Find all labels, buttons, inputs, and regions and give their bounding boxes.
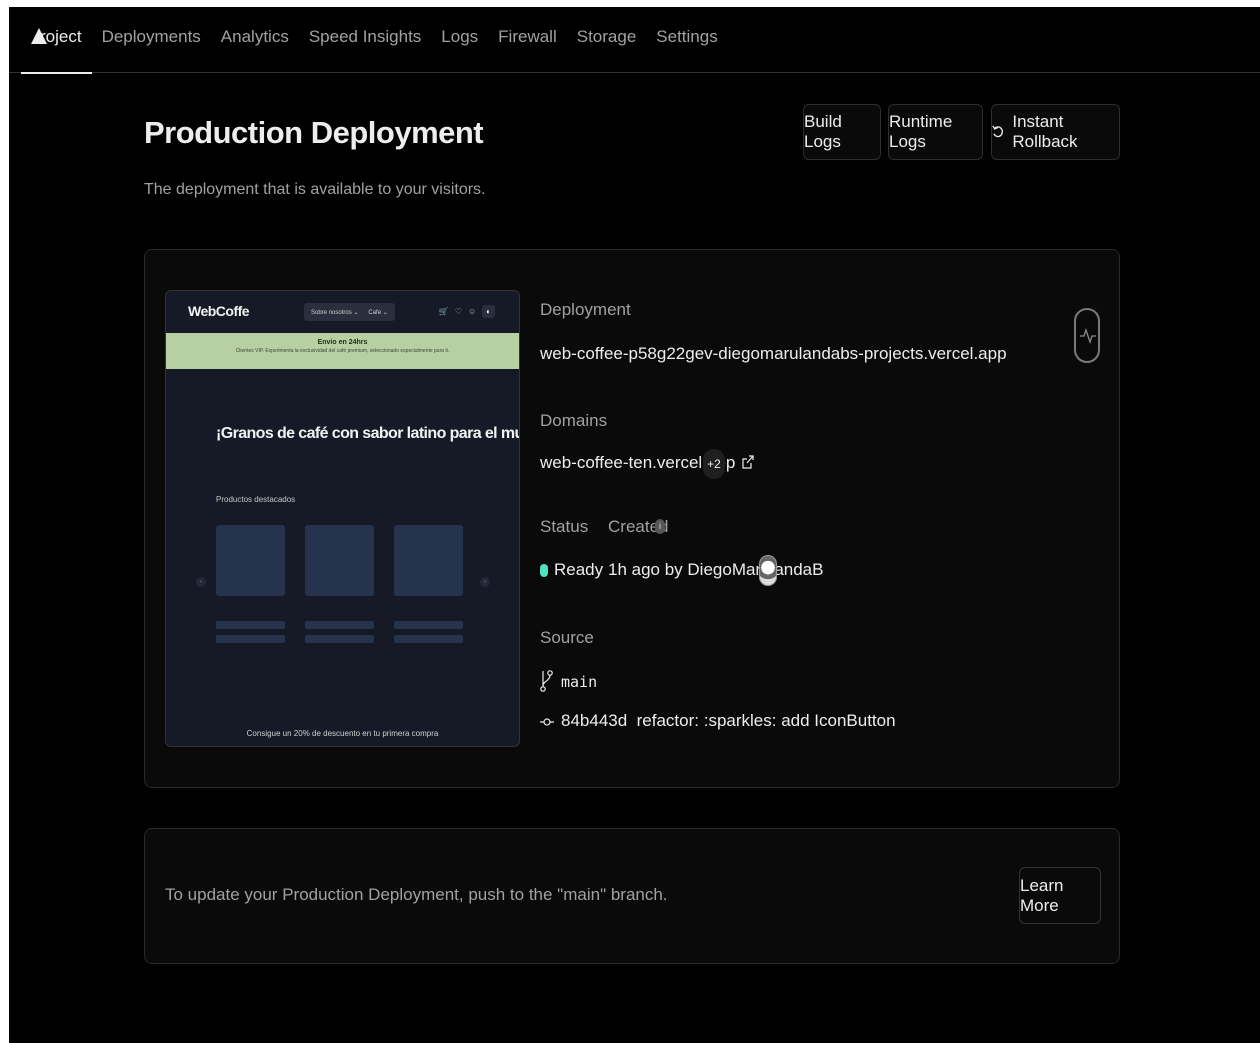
preview-product-line [394,635,463,643]
branch-name[interactable]: main [561,673,597,691]
external-link-icon [742,455,754,469]
preview-product-card [216,525,285,596]
tab-analytics[interactable]: Analytics [211,25,299,49]
tab-storage[interactable]: Storage [567,25,647,49]
preview-navbar: WebCoffe Sobre nosotros ⌄ Cafe ⌄ 🛒 ♡ ☺ ◐ [166,291,519,333]
preview-footer-text: Consigue un 20% de descuento en tu prime… [246,729,439,738]
runtime-logs-button[interactable]: Runtime Logs [888,104,983,160]
heart-icon: ♡ [454,307,462,316]
rollback-icon [992,125,1003,138]
preview-product-line [305,635,374,643]
page-title: Production Deployment [144,115,484,150]
status-value: Ready [554,560,604,579]
extra-domains-badge[interactable]: +2 [703,449,725,479]
status-dot-icon [540,564,548,577]
deployment-preview[interactable]: WebCoffe Sobre nosotros ⌄ Cafe ⌄ 🛒 ♡ ☺ ◐… [165,290,520,747]
user-icon: ☺ [467,307,477,316]
status-label: Status [540,517,589,536]
preview-product-card [394,525,463,596]
update-info-text: To update your Production Deployment, pu… [165,885,668,904]
preview-menu: Sobre nosotros ⌄ Cafe ⌄ [304,303,395,321]
page-subtitle: The deployment that is available to your… [144,181,486,198]
update-info-card: To update your Production Deployment, pu… [144,828,1120,964]
preview-next-arrow-icon: › [480,577,490,587]
info-icon[interactable]: i [655,519,665,534]
build-logs-button[interactable]: Build Logs [803,104,881,160]
tab-settings[interactable]: Settings [646,25,727,49]
preview-banner: Envío en 24hrs Clientes VIP. Experimenta… [166,333,519,369]
tab-firewall[interactable]: Firewall [488,25,567,49]
preview-logo: WebCoffe [188,303,250,319]
avatar[interactable] [759,555,777,586]
deployment-label: Deployment [540,300,631,319]
instant-rollback-button[interactable]: Instant Rollback [991,104,1120,160]
tab-logs[interactable]: Logs [431,25,488,49]
project-tab-bar: roject Deployments Analytics Speed Insig… [9,7,1260,74]
preview-prev-arrow-icon: ‹ [196,577,206,587]
tab-deployments[interactable]: Deployments [92,25,211,49]
activity-icon[interactable] [1074,308,1100,363]
preview-product-line [394,621,463,629]
created-value: 1h ago by DiegoMarulandaB [608,560,824,579]
tab-project[interactable]: roject [21,25,92,74]
theme-icon: ◐ [482,305,495,318]
app-frame: roject Deployments Analytics Speed Insig… [9,7,1260,1043]
preview-product-line [216,635,285,643]
production-deployment-card: WebCoffe Sobre nosotros ⌄ Cafe ⌄ 🛒 ♡ ☺ ◐… [144,249,1120,788]
cart-icon: 🛒 [438,307,449,316]
preview-product-line [305,621,374,629]
commit-link[interactable]: 84b443d refactor: :sparkles: add IconBut… [561,711,896,731]
learn-more-button[interactable]: Learn More [1019,867,1101,924]
domains-label: Domains [540,411,608,430]
preview-products-label: Productos destacados [216,495,296,504]
commit-icon [540,718,554,726]
preview-product-card [305,525,374,596]
preview-product-line [216,621,285,629]
deployment-url-link[interactable]: web-coffee-p58g22gev-diegomarulandabs-pr… [540,344,1007,364]
tab-speed-insights[interactable]: Speed Insights [299,25,431,49]
preview-hero-title: ¡Granos de café con sabor latino para el… [216,425,519,442]
source-label: Source [540,628,594,647]
preview-nav-icons: 🛒 ♡ ☺ ◐ [439,305,495,318]
branch-icon [540,670,553,692]
